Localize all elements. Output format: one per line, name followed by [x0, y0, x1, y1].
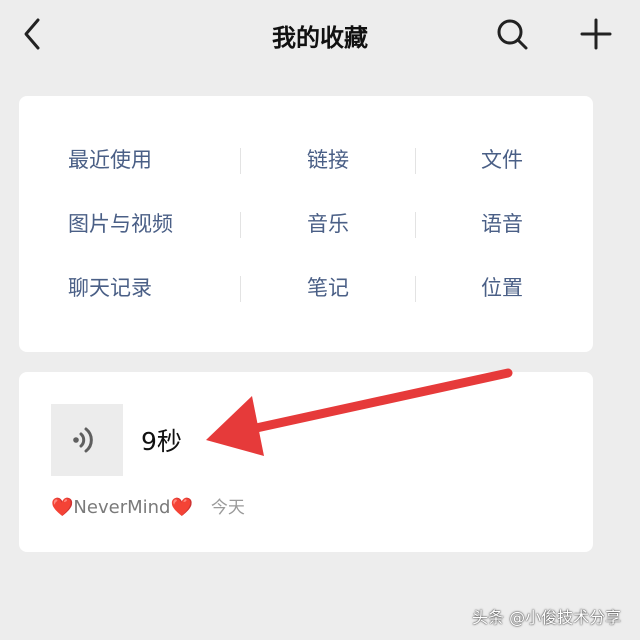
voice-thumbnail	[51, 404, 123, 476]
plus-icon	[580, 18, 612, 50]
divider	[415, 148, 416, 174]
category-files[interactable]: 文件	[481, 140, 523, 180]
category-links[interactable]: 链接	[307, 140, 349, 180]
item-time: 今天	[210, 498, 245, 518]
search-button[interactable]	[494, 16, 530, 52]
category-row: 图片与视频 音乐 语音	[19, 204, 593, 244]
category-row: 聊天记录 笔记 位置	[19, 268, 593, 308]
divider	[415, 276, 416, 302]
divider	[415, 212, 416, 238]
item-meta: ❤️NeverMind❤️ 今天	[51, 496, 245, 520]
heart-emoji-icon: ❤️	[170, 497, 193, 518]
voice-duration: 9秒	[141, 427, 182, 456]
category-row: 最近使用 链接 文件	[19, 140, 593, 180]
category-notes[interactable]: 笔记	[307, 268, 349, 308]
search-icon	[497, 19, 528, 50]
category-location[interactable]: 位置	[481, 268, 523, 308]
favorite-item-voice[interactable]: 9秒 ❤️NeverMind❤️ 今天	[19, 372, 593, 552]
divider	[240, 276, 241, 302]
category-voice[interactable]: 语音	[481, 204, 523, 244]
divider	[240, 212, 241, 238]
page-title: 我的收藏	[272, 24, 368, 52]
voice-icon	[73, 427, 93, 453]
category-chat-history[interactable]: 聊天记录	[68, 268, 152, 308]
category-filter-card: 最近使用 链接 文件 图片与视频 音乐 语音 聊天记录 笔记 位置	[19, 96, 593, 352]
add-button[interactable]	[578, 16, 614, 52]
watermark: 头条 @小俊技术分享	[472, 608, 622, 627]
category-photos-videos[interactable]: 图片与视频	[68, 204, 173, 244]
divider	[240, 148, 241, 174]
category-music[interactable]: 音乐	[307, 204, 349, 244]
heart-emoji-icon: ❤️	[51, 497, 74, 518]
category-recent[interactable]: 最近使用	[68, 140, 152, 180]
navigation-bar: 我的收藏	[0, 0, 640, 70]
source-name: NeverMind	[73, 497, 171, 518]
